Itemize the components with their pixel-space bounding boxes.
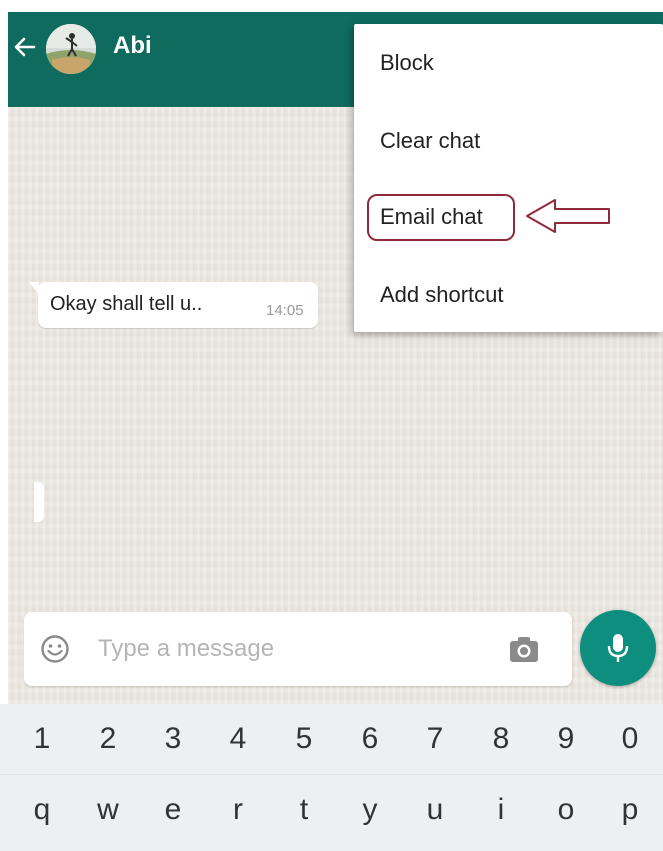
message-input[interactable] [98,628,478,670]
menu-item-block[interactable]: Block [380,50,434,76]
message-text: Okay shall tell u.. [50,293,203,315]
key-t[interactable]: t [274,775,334,845]
key-o[interactable]: o [536,775,596,845]
emoji-icon[interactable] [40,634,70,664]
key-0[interactable]: 0 [600,704,660,774]
key-u[interactable]: u [405,775,465,845]
key-9[interactable]: 9 [536,704,596,774]
message-bubble-fragment [34,482,44,522]
key-w[interactable]: w [78,775,138,845]
key-2[interactable]: 2 [78,704,138,774]
annotation-arrow-icon [526,199,610,233]
key-6[interactable]: 6 [340,704,400,774]
key-p[interactable]: p [600,775,660,845]
key-e[interactable]: e [143,775,203,845]
status-strip [0,0,663,12]
arrow-left-icon[interactable] [14,36,36,58]
avatar[interactable] [46,24,96,74]
key-q[interactable]: q [12,775,72,845]
key-4[interactable]: 4 [208,704,268,774]
camera-icon[interactable] [508,634,540,664]
message-bubble[interactable]: Okay shall tell u.. 14:05 [29,282,318,328]
key-i[interactable]: i [471,775,531,845]
keyboard-number-row: 1 2 3 4 5 6 7 8 9 0 [0,704,663,774]
avatar-image [46,24,96,74]
key-8[interactable]: 8 [471,704,531,774]
overflow-menu: Block Clear chat Email chat Add shortcut [354,24,663,332]
message-time: 14:05 [266,302,304,319]
key-y[interactable]: y [340,775,400,845]
key-1[interactable]: 1 [12,704,72,774]
menu-item-add-shortcut[interactable]: Add shortcut [380,282,504,308]
key-r[interactable]: r [208,775,268,845]
key-3[interactable]: 3 [143,704,203,774]
annotation-highlight-box [367,194,515,241]
microphone-button[interactable] [580,610,656,686]
contact-name[interactable]: Abi [113,32,152,60]
keyboard: 1 2 3 4 5 6 7 8 9 0 q w e r t y u i o p [0,704,663,851]
keyboard-letter-row: q w e r t y u i o p [0,774,663,845]
microphone-icon [607,634,629,662]
menu-item-clear-chat[interactable]: Clear chat [380,128,480,154]
key-7[interactable]: 7 [405,704,465,774]
key-5[interactable]: 5 [274,704,334,774]
